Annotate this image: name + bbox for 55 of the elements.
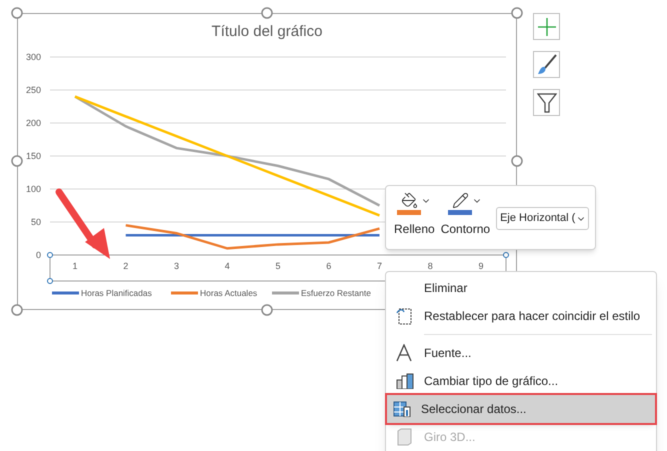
resize-handle[interactable] (11, 304, 23, 316)
resize-handle[interactable] (11, 155, 23, 167)
axis-label: 6 (326, 261, 332, 271)
axis-label: 8 (428, 261, 433, 271)
letter-icon (396, 344, 412, 362)
legend-key (171, 292, 198, 294)
filter-button[interactable] (533, 89, 560, 116)
axis-label: 150 (26, 151, 41, 161)
axis-label: 2 (123, 261, 128, 271)
menu-item[interactable]: Restablecer para hacer coincidir el estilo (390, 302, 652, 330)
funnel-icon (536, 92, 556, 114)
chart-title: Título del gráfico (210, 22, 324, 42)
format-button[interactable]: Contorno (438, 192, 492, 235)
arrow-drawing (56, 188, 110, 259)
menu-item[interactable]: Cambiar tipo de gráfico... (390, 367, 652, 395)
resize-handle[interactable] (11, 7, 23, 19)
axis-label: 4 (224, 261, 230, 271)
axis-label: 50 (30, 217, 41, 227)
resize-handle[interactable] (511, 7, 523, 19)
legend-key (272, 292, 299, 294)
selection-handle[interactable] (47, 252, 53, 258)
menu-item[interactable]: Seleccionar datos... (387, 395, 655, 423)
axis-label: 7 (377, 261, 382, 271)
legend-label: Esfuerzo Restante (301, 288, 371, 298)
reset-style-icon (396, 307, 412, 325)
table-icon (393, 401, 411, 417)
axis-label: 5 (276, 261, 280, 271)
cube-icon (396, 428, 412, 446)
brush-icon (536, 54, 558, 76)
axis-label: 200 (26, 118, 41, 128)
axis-label: 1 (72, 261, 78, 271)
legend-key (52, 292, 79, 294)
legend-label: Horas Actuales (200, 288, 258, 298)
bar-chart-icon (396, 373, 414, 389)
add-button[interactable] (533, 13, 560, 40)
format-button[interactable]: Relleno (392, 192, 437, 235)
axis-label: 300 (26, 52, 41, 62)
plus-icon (536, 16, 556, 36)
menu-item[interactable]: Fuente... (390, 339, 652, 367)
resize-handle[interactable] (261, 304, 273, 316)
axis-label: 3 (174, 261, 179, 271)
pencil-icon (452, 192, 469, 209)
axis-label: 100 (26, 184, 41, 194)
element-dropdown[interactable]: Eje Horizontal ( (496, 207, 590, 230)
selection-handle[interactable] (503, 252, 509, 258)
axis-label: 250 (26, 85, 41, 95)
resize-handle[interactable] (261, 7, 273, 19)
legend-label: Horas Planificadas (81, 288, 152, 298)
paint-bucket-icon (400, 192, 418, 209)
axis-label: 0 (36, 250, 41, 260)
style-button[interactable] (533, 51, 560, 78)
axis-label: 9 (478, 261, 484, 271)
selection-handle[interactable] (47, 278, 53, 284)
resize-handle[interactable] (511, 155, 523, 167)
menu-item[interactable]: Eliminar (390, 274, 652, 302)
